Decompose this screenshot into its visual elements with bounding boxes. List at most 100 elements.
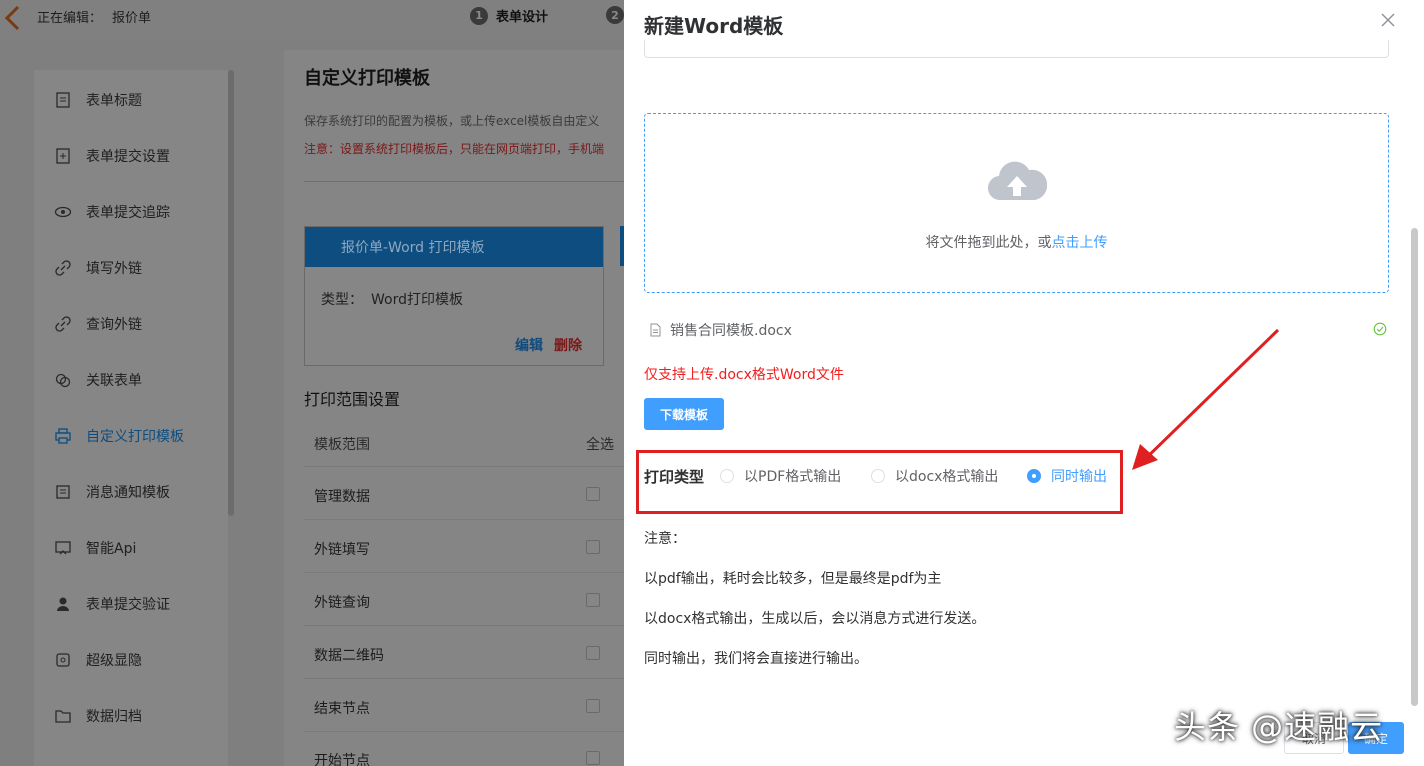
row-divider [304, 731, 624, 732]
delete-link[interactable]: 删除 [554, 335, 582, 355]
radio-pdf-output[interactable]: 以PDF格式输出 [720, 466, 841, 486]
sidebar-item-label: 表单标题 [86, 93, 142, 109]
radio-circle [871, 469, 885, 483]
link-icon [55, 260, 71, 276]
template-name-input[interactable] [644, 40, 1389, 58]
row-checkbox[interactable] [586, 540, 600, 554]
row-divider [304, 678, 624, 679]
close-icon[interactable] [1380, 12, 1396, 28]
drawer-scrollbar[interactable] [1411, 228, 1418, 706]
note-line: 以docx格式输出，生成以后，会以消息方式进行发送。 [644, 611, 986, 627]
note-title: 注意： [644, 531, 686, 547]
visibility-icon [56, 653, 70, 667]
step-label: 表单设计 [496, 10, 549, 25]
folder-icon [55, 710, 71, 723]
row-divider [304, 625, 624, 626]
radio-label: 以docx格式输出 [895, 469, 999, 485]
sidebar-item-label: 填写外链 [86, 261, 142, 277]
radio-circle [1027, 469, 1041, 483]
sidebar-item-label: 关联表单 [86, 373, 142, 389]
upload-hint: 将文件拖到此处，或点击上传 [645, 232, 1388, 252]
step-2[interactable]: 2 [606, 6, 624, 24]
sidebar-item-label: 表单提交验证 [86, 597, 170, 613]
user-icon [57, 597, 69, 611]
edit-link[interactable]: 编辑 [515, 335, 543, 355]
new-word-template-drawer: 新建Word模板 将文件拖到此处，或点击上传 销售合同模板.docx 仅支持上传… [624, 0, 1424, 766]
sidebar-item-form-title[interactable]: 表单标题 [54, 90, 142, 110]
radio-label: 以PDF格式输出 [744, 469, 842, 485]
sidebar-scrollbar[interactable] [228, 70, 234, 516]
check-circle-icon [1373, 322, 1387, 336]
row-divider [304, 519, 624, 520]
message-icon [56, 485, 70, 499]
sidebar-item-label: 消息通知模板 [86, 485, 170, 501]
template-type-label: 类型： [321, 292, 363, 308]
template-card: 报价单-Word 打印模板 类型： Word打印模板 编辑 删除 [304, 226, 604, 366]
cloud-upload-icon [988, 161, 1047, 201]
column-header-select-all[interactable]: 全选 [586, 434, 614, 454]
file-plus-icon [56, 148, 70, 164]
table-row: 外链查询 [314, 595, 370, 611]
sidebar-item-query-link[interactable]: 查询外链 [54, 314, 142, 334]
row-checkbox[interactable] [586, 593, 600, 607]
editing-label: 正在编辑： 报价单 [37, 7, 151, 26]
radio-label: 同时输出 [1051, 469, 1107, 485]
sidebar-item-submit-validation[interactable]: 表单提交验证 [54, 594, 170, 614]
template-type: 类型： Word打印模板 [321, 289, 463, 309]
sidebar-item-label: 超级显隐 [86, 653, 142, 669]
radio-both-output[interactable]: 同时输出 [1027, 466, 1107, 486]
settings-sidebar: 表单标题 表单提交设置 表单提交追踪 填写外链 查询外链 关联表单 自定义打印模… [34, 70, 228, 766]
row-checkbox[interactable] [586, 699, 600, 713]
download-template-button[interactable]: 下载模板 [644, 398, 724, 430]
sidebar-item-smart-api[interactable]: 智能Api [54, 538, 136, 558]
row-checkbox[interactable] [586, 487, 600, 501]
sidebar-item-related-form[interactable]: 关联表单 [54, 370, 142, 390]
link-icon [55, 316, 71, 332]
sidebar-item-fill-link[interactable]: 填写外链 [54, 258, 142, 278]
sidebar-item-message-template[interactable]: 消息通知模板 [54, 482, 170, 502]
circles-icon [55, 373, 71, 388]
row-checkbox[interactable] [586, 751, 600, 765]
printer-icon [55, 428, 71, 444]
template-type-value: Word打印模板 [371, 292, 463, 308]
sidebar-item-label: 自定义打印模板 [86, 429, 184, 445]
back-arrow-icon[interactable] [2, 4, 22, 32]
eye-icon [54, 206, 72, 218]
sidebar-item-data-archive[interactable]: 数据归档 [54, 706, 142, 726]
row-divider [304, 466, 624, 467]
table-row: 管理数据 [314, 489, 370, 505]
divider [304, 181, 624, 182]
sidebar-item-label: 查询外链 [86, 317, 142, 333]
sidebar-item-label: 表单提交追踪 [86, 205, 170, 221]
table-row: 数据二维码 [314, 648, 384, 664]
page-title: 自定义打印模板 [304, 68, 430, 89]
upload-hint-text: 将文件拖到此处，或 [925, 235, 1052, 251]
sidebar-item-submit-tracking[interactable]: 表单提交追踪 [54, 202, 170, 222]
sidebar-item-super-visibility[interactable]: 超级显隐 [54, 650, 142, 670]
file-name: 销售合同模板.docx [670, 323, 792, 339]
sidebar-item-custom-print[interactable]: 自定义打印模板 [54, 426, 184, 446]
template-card-header: 报价单-Word 打印模板 [305, 227, 603, 267]
radio-circle [720, 469, 734, 483]
format-notice: 仅支持上传.docx格式Word文件 [644, 367, 844, 383]
drawer-title: 新建Word模板 [644, 14, 784, 38]
sidebar-item-label: 表单提交设置 [86, 149, 170, 165]
upload-dropzone[interactable]: 将文件拖到此处，或点击上传 [644, 113, 1389, 293]
step-form-design[interactable]: 1 表单设计 [470, 6, 548, 25]
radio-docx-output[interactable]: 以docx格式输出 [871, 466, 998, 486]
api-icon [55, 541, 71, 555]
click-upload-link[interactable]: 点击上传 [1052, 235, 1108, 251]
main-content: 自定义打印模板 保存系统打印的配置为模板，或上传excel模板自由定义 注意：设… [284, 50, 626, 766]
annotation-arrow-icon [1132, 328, 1280, 470]
page-warning: 注意：设置系统打印模板后，只能在网页端打印，手机端 [304, 142, 605, 156]
sidebar-item-label: 数据归档 [86, 709, 142, 725]
table-row: 外链填写 [314, 542, 370, 558]
print-type-label: 打印类型 [644, 468, 705, 486]
note-line: 以pdf输出，耗时会比较多，但是最终是pdf为主 [644, 571, 942, 587]
sidebar-item-label: 智能Api [86, 541, 137, 557]
row-divider [304, 572, 624, 573]
row-checkbox[interactable] [586, 646, 600, 660]
print-range-title: 打印范围设置 [304, 390, 401, 409]
table-row: 开始节点 [314, 753, 370, 766]
sidebar-item-submit-settings[interactable]: 表单提交设置 [54, 146, 170, 166]
